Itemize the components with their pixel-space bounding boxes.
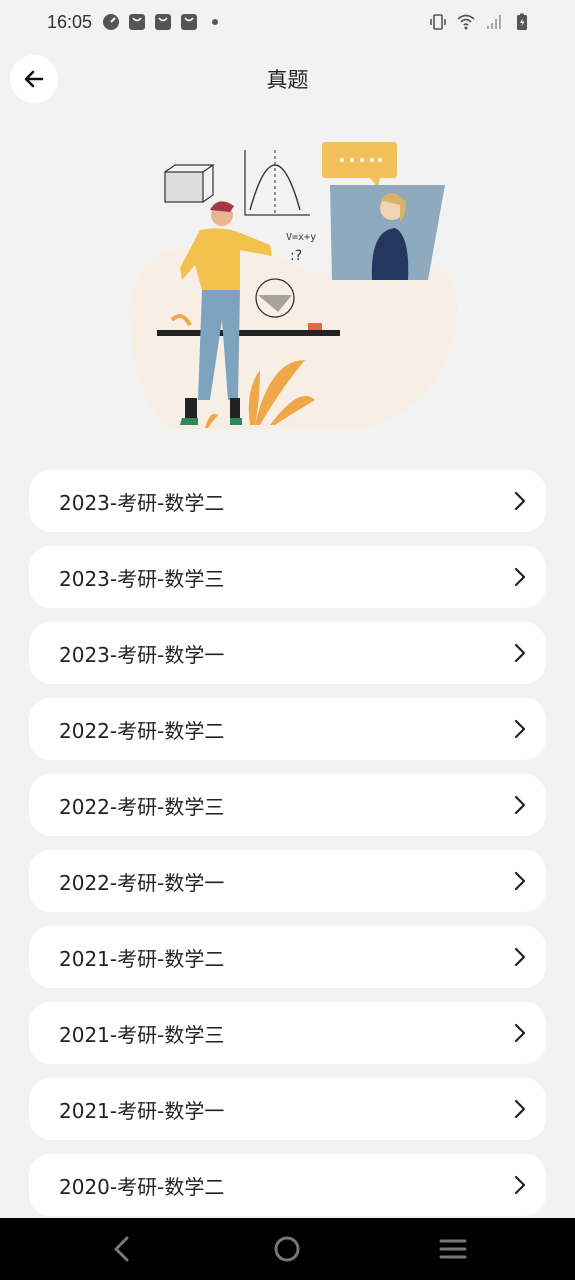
app-screen: 16:05 真题 V=x+y:? 2023-考研-数学二 2023-考研-数学…	[0, 0, 575, 1280]
status-time: 16:05	[47, 12, 93, 32]
navigation-bar	[0, 1218, 575, 1280]
svg-text:V=x+y: V=x+y	[286, 232, 316, 243]
bag-icon	[155, 14, 171, 30]
exam-list: 2023-考研-数学二 2023-考研-数学三 2023-考研-数学一 2022…	[29, 470, 546, 1230]
chevron-right-icon	[514, 1099, 526, 1119]
system-icons	[429, 13, 531, 31]
svg-text::?: :?	[290, 248, 302, 264]
list-item[interactable]: 2020-考研-数学二	[29, 1154, 546, 1216]
chevron-right-icon	[514, 719, 526, 739]
chevron-right-icon	[514, 795, 526, 815]
status-bar: 16:05	[0, 0, 575, 48]
list-item[interactable]: 2023-考研-数学三	[29, 546, 546, 608]
list-item[interactable]: 2021-考研-数学三	[29, 1002, 546, 1064]
list-item[interactable]: 2021-考研-数学一	[29, 1078, 546, 1140]
exam-label: 2022-考研-数学三	[59, 794, 225, 819]
list-item[interactable]: 2021-考研-数学二	[29, 926, 546, 988]
exam-label: 2022-考研-数学二	[59, 718, 225, 743]
bag-icon	[181, 14, 197, 30]
signal-icon	[487, 15, 501, 29]
list-item[interactable]: 2022-考研-数学一	[29, 850, 546, 912]
exam-label: 2023-考研-数学一	[59, 642, 225, 667]
chevron-right-icon	[514, 871, 526, 891]
bag-icon	[129, 14, 145, 30]
list-item[interactable]: 2023-考研-数学二	[29, 470, 546, 532]
chevron-right-icon	[514, 491, 526, 511]
exam-label: 2020-考研-数学二	[59, 1174, 225, 1199]
chevron-right-icon	[514, 567, 526, 587]
back-triangle-icon[interactable]	[107, 1234, 137, 1264]
teacher-whiteboard-illustration: V=x+y :?	[128, 142, 458, 430]
chevron-right-icon	[514, 1023, 526, 1043]
battery-charging-icon	[517, 13, 527, 30]
exam-label: 2023-考研-数学二	[59, 490, 225, 515]
wifi-icon	[457, 14, 475, 30]
list-item[interactable]: 2023-考研-数学一	[29, 622, 546, 684]
exam-label: 2021-考研-数学三	[59, 1022, 225, 1047]
exam-label: 2021-考研-数学二	[59, 946, 225, 971]
exam-label: 2021-考研-数学一	[59, 1098, 225, 1123]
exam-label: 2023-考研-数学三	[59, 566, 225, 591]
dot-icon	[212, 19, 218, 25]
home-circle-icon[interactable]	[272, 1234, 302, 1264]
vibrate-icon	[430, 14, 446, 30]
list-item[interactable]: 2022-考研-数学三	[29, 774, 546, 836]
chevron-right-icon	[514, 947, 526, 967]
exam-label: 2022-考研-数学一	[59, 870, 225, 895]
page-title: 真题	[266, 68, 309, 92]
speedometer-icon	[103, 14, 119, 30]
list-item[interactable]: 2022-考研-数学二	[29, 698, 546, 760]
chevron-right-icon	[514, 1175, 526, 1195]
notification-icons	[102, 13, 224, 31]
chevron-right-icon	[514, 643, 526, 663]
menu-lines-icon[interactable]	[438, 1234, 468, 1264]
